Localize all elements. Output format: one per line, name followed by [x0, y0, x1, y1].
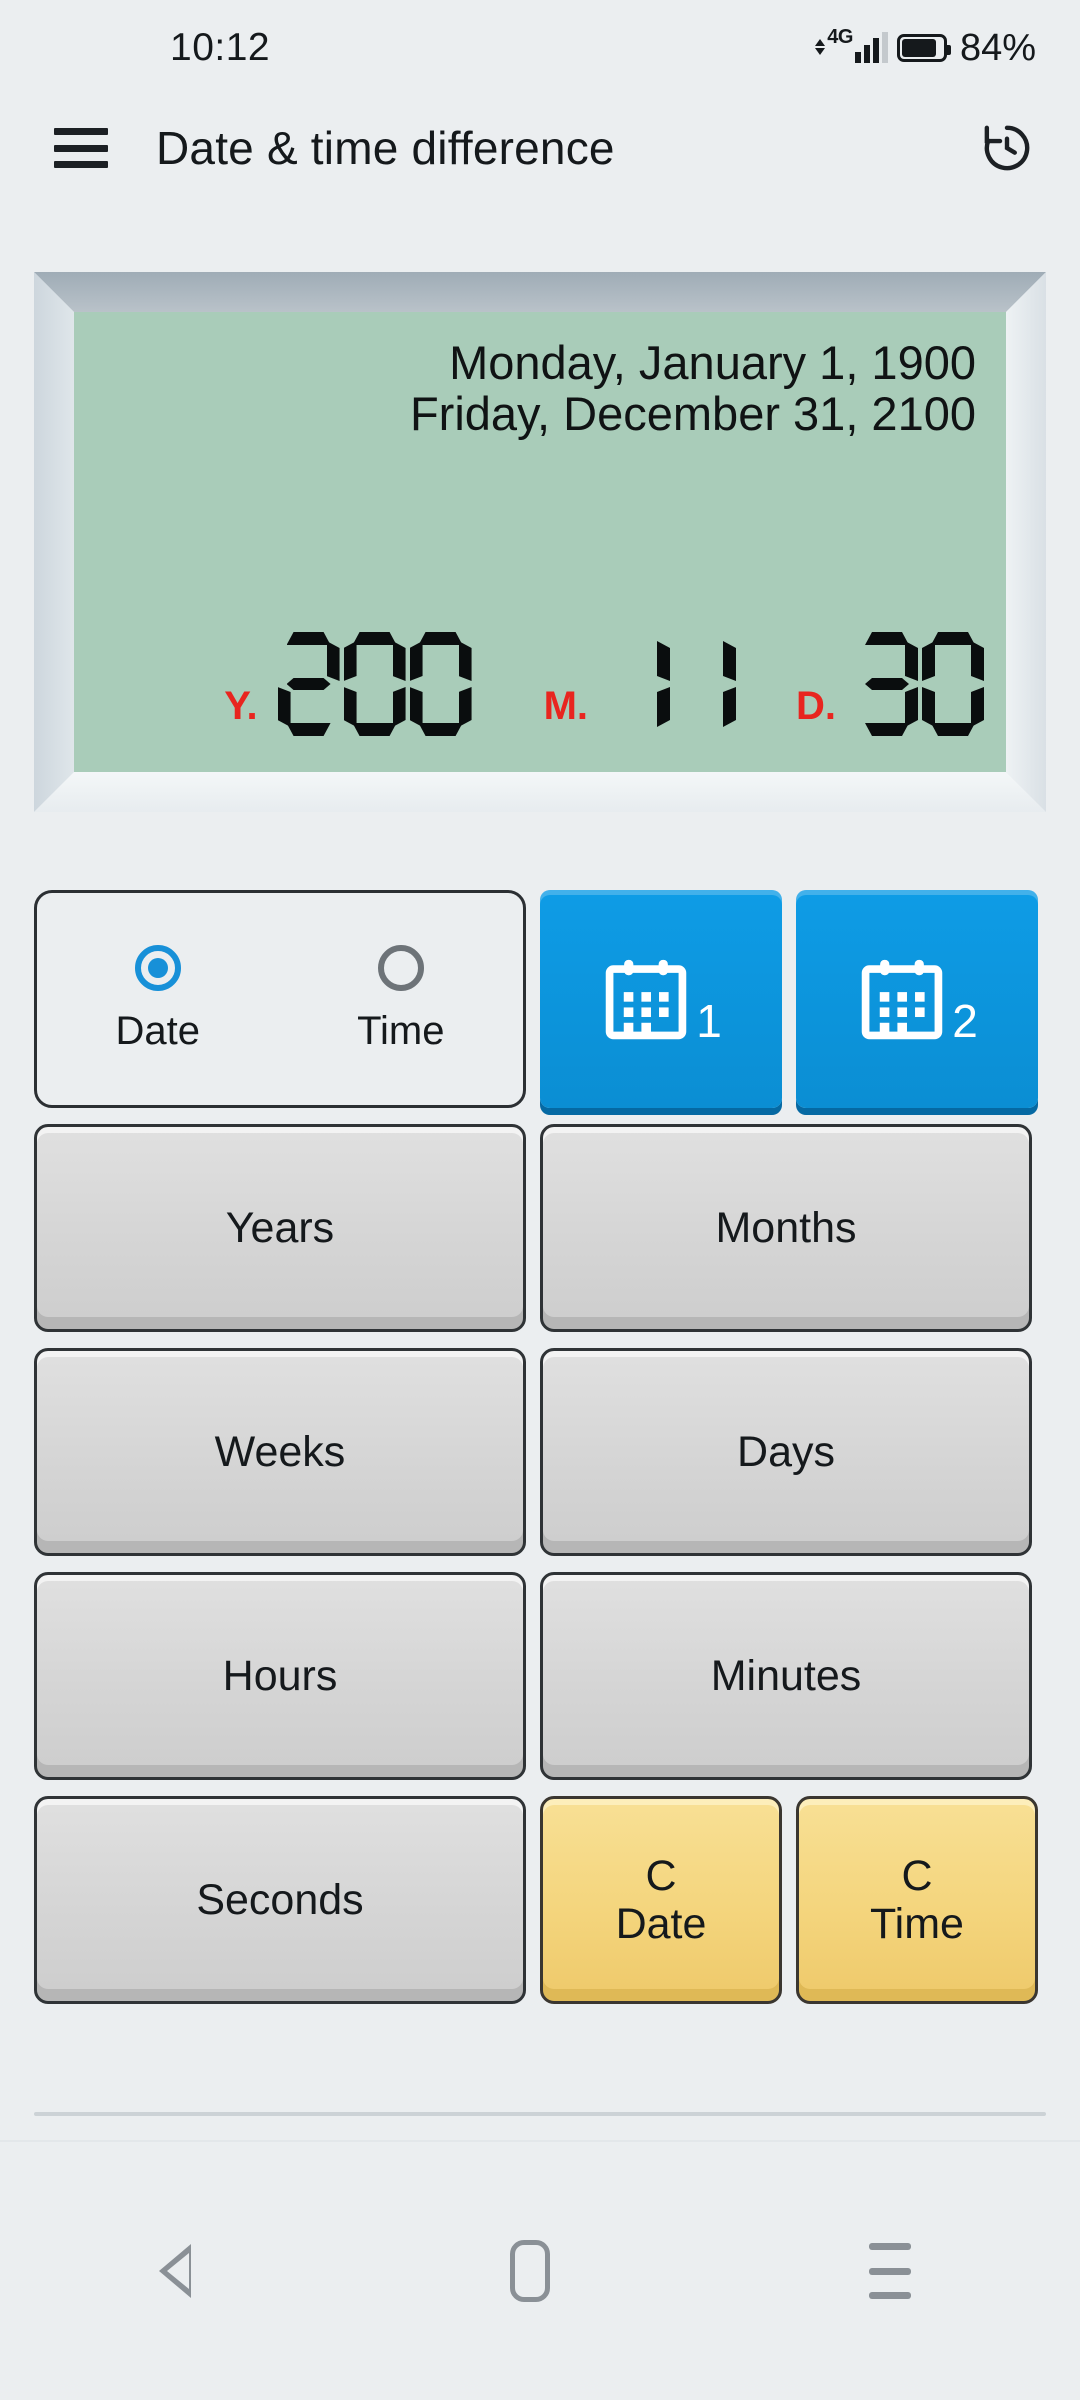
- unit-button-label: Hours: [222, 1651, 338, 1700]
- control-grid: Date Time 1 2 Years Months Weeks Days Ho…: [34, 890, 1046, 2020]
- unit-button-seconds[interactable]: Seconds: [34, 1796, 526, 2004]
- date-button-number: 1: [696, 995, 722, 1047]
- mode-selector: Date Time: [34, 890, 526, 1108]
- grid-row-4: Hours Minutes: [34, 1572, 1046, 1780]
- seven-segment-digit: [856, 632, 918, 736]
- pick-date-2-button[interactable]: 2: [796, 890, 1038, 1108]
- seven-segment-digit: [278, 632, 340, 736]
- bezel-right-edge: [1006, 272, 1046, 812]
- grid-row-1: Date Time 1 2: [34, 890, 1046, 1108]
- status-clock: 10:12: [170, 26, 271, 69]
- content-divider: [34, 2112, 1046, 2116]
- unit-button-hours[interactable]: Hours: [34, 1572, 526, 1780]
- grid-row-2: Years Months: [34, 1124, 1046, 1332]
- seven-segment-digit: [344, 632, 406, 736]
- lcd-screen: Monday, January 1, 1900 Friday, December…: [74, 312, 1006, 772]
- segment-digits-years: [278, 632, 472, 736]
- signal-bars-icon: [854, 32, 888, 63]
- unit-button-months[interactable]: Months: [540, 1124, 1032, 1332]
- seven-segment-digit: [922, 632, 984, 736]
- battery-percent-label: 84%: [959, 26, 1036, 69]
- back-triangle-icon[interactable]: [159, 2244, 192, 2298]
- status-bar: 10:12 4G 84%: [0, 0, 1080, 96]
- segment-label-months: M.: [543, 684, 588, 728]
- home-square-icon[interactable]: [509, 2240, 550, 2302]
- segment-group-years: Y.: [224, 632, 471, 736]
- mode-option-time-label: Time: [357, 1008, 445, 1053]
- unit-button-days[interactable]: Days: [540, 1348, 1032, 1556]
- clear-date-button[interactable]: C Date: [540, 1796, 782, 2004]
- history-icon[interactable]: [976, 117, 1038, 179]
- app-screen: 10:12 4G 84% Date & time difference Mond…: [0, 0, 1080, 2400]
- clear-date-line2: Date: [615, 1900, 707, 1948]
- page-title: Date & time difference: [156, 122, 615, 174]
- unit-button-minutes[interactable]: Minutes: [540, 1572, 1032, 1780]
- result-display-panel: Monday, January 1, 1900 Friday, December…: [34, 272, 1046, 812]
- unit-button-label: Years: [225, 1203, 335, 1252]
- clear-time-line1: C: [901, 1851, 933, 1900]
- unit-button-label: Months: [715, 1203, 857, 1252]
- unit-button-years[interactable]: Years: [34, 1124, 526, 1332]
- unit-button-label: Minutes: [710, 1651, 862, 1700]
- segment-group-days: D.: [796, 632, 984, 736]
- clear-date-line1: C: [645, 1851, 677, 1900]
- date-button-number: 2: [952, 995, 978, 1047]
- recents-lines-icon[interactable]: [868, 2243, 921, 2299]
- end-date-text: Friday, December 31, 2100: [409, 386, 976, 440]
- app-bar: Date & time difference: [0, 96, 1080, 200]
- status-indicators: 4G 84%: [815, 26, 1036, 70]
- segment-digits-days: [856, 632, 984, 736]
- unit-button-weeks[interactable]: Weeks: [34, 1348, 526, 1556]
- panel-bezel: Monday, January 1, 1900 Friday, December…: [34, 272, 1046, 812]
- mode-option-date-label: Date: [115, 1008, 201, 1053]
- unit-button-label: Seconds: [196, 1875, 364, 1924]
- network-indicator: 4G: [815, 26, 888, 63]
- pick-date-1-button[interactable]: 1: [540, 890, 782, 1108]
- clear-time-label: C Time: [870, 1852, 964, 1948]
- clear-time-button[interactable]: C Time: [796, 1796, 1038, 2004]
- bezel-top-edge: [34, 272, 1046, 312]
- segment-label-days: D.: [796, 684, 836, 728]
- hamburger-menu-icon[interactable]: [54, 128, 108, 168]
- radio-button-time[interactable]: [377, 944, 424, 991]
- start-date-text: Monday, January 1, 1900: [449, 336, 976, 389]
- seven-segment-digit: [410, 632, 472, 736]
- lcd-date-lines: Monday, January 1, 1900 Friday, December…: [409, 336, 976, 440]
- lcd-segment-row: Y. M. D.: [74, 632, 984, 736]
- system-nav-bar: [0, 2140, 1080, 2400]
- calendar-icon: [600, 953, 692, 1045]
- mode-option-date[interactable]: Date: [115, 944, 201, 1054]
- unit-button-label: Days: [737, 1427, 835, 1476]
- segment-group-months: M.: [544, 632, 736, 736]
- bezel-left-edge: [34, 272, 74, 812]
- bezel-bottom-edge: [34, 772, 1046, 812]
- unit-button-label: Weeks: [214, 1427, 346, 1476]
- radio-button-date[interactable]: [134, 944, 181, 991]
- calendar-icon: [856, 953, 948, 1045]
- clear-date-label: C Date: [616, 1852, 707, 1948]
- grid-row-5: Seconds C Date C Time: [34, 1796, 1046, 2004]
- clear-time-line2: Time: [870, 1900, 964, 1948]
- seven-segment-digit: [608, 632, 670, 736]
- segment-label-years: Y.: [224, 684, 258, 728]
- grid-row-3: Weeks Days: [34, 1348, 1046, 1556]
- seven-segment-digit: [674, 632, 736, 736]
- network-type-label: 4G: [827, 26, 853, 48]
- mode-option-time[interactable]: Time: [357, 944, 445, 1054]
- network-arrows-icon: [815, 39, 826, 55]
- segment-digits-months: [608, 632, 736, 736]
- battery-icon: [896, 34, 951, 62]
